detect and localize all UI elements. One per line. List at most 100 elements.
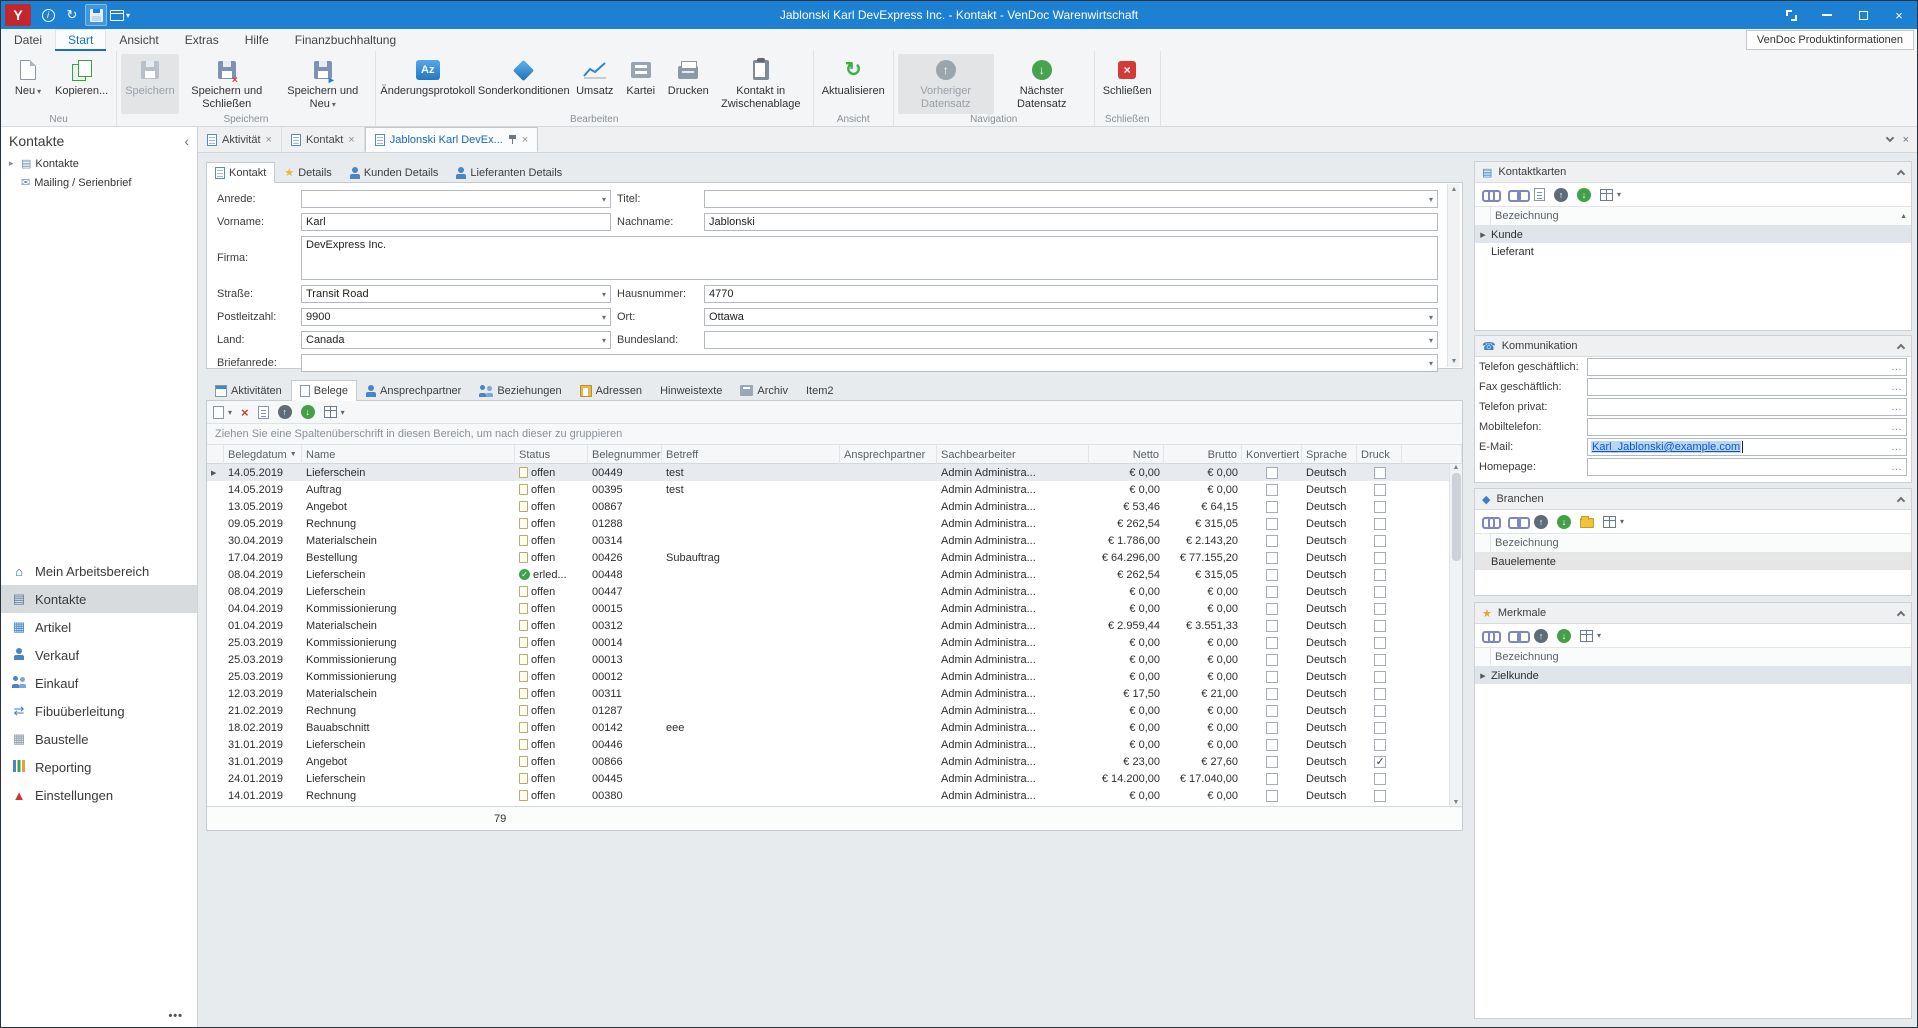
unlink-icon[interactable] <box>1508 189 1525 200</box>
konvertiert-checkbox[interactable] <box>1266 552 1278 564</box>
sidebar-item-einstellungen[interactable]: ▲ Einstellungen <box>1 781 197 809</box>
tab-aktivitaeten[interactable]: Aktivitäten <box>206 380 291 400</box>
grid-vertical-scrollbar[interactable]: ▲ ▼ <box>1449 464 1462 806</box>
grid-settings-button[interactable]: ▾ <box>324 406 345 418</box>
kopieren-button[interactable]: Kopieren... <box>51 54 112 114</box>
link-icon[interactable] <box>1482 189 1499 200</box>
mobiltelefon-input[interactable]: … <box>1587 418 1907 436</box>
column-header-belegdatum[interactable]: Belegdatum▼ <box>224 445 302 464</box>
druck-checkbox[interactable] <box>1374 620 1386 632</box>
close-window-button[interactable]: × <box>1881 1 1917 29</box>
druck-checkbox[interactable] <box>1374 671 1386 683</box>
bundesland-combobox[interactable]: ▾ <box>704 331 1438 349</box>
vorname-input[interactable]: Karl <box>301 213 611 231</box>
titel-combobox[interactable]: ▾ <box>704 190 1438 208</box>
close-tab-icon[interactable]: × <box>348 134 354 146</box>
close-document-icon[interactable]: × <box>1903 134 1909 146</box>
table-row[interactable]: 14.05.2019 Auftrag offen 00395 test Admi… <box>207 481 1449 498</box>
tab-hinweistexte[interactable]: Hinweistexte <box>651 380 731 400</box>
tree-item-mailing[interactable]: ✉ Mailing / Serienbrief <box>1 173 197 192</box>
tab-lieferanten-details[interactable]: Lieferanten Details <box>447 162 571 182</box>
table-row[interactable]: 31.01.2019 Angebot offen 00866 Admin Adm… <box>207 753 1449 770</box>
tab-details[interactable]: ★ Details <box>275 162 341 182</box>
column-header-name[interactable]: Name <box>302 445 515 464</box>
tab-belege[interactable]: Belege <box>291 380 357 401</box>
group-by-panel[interactable]: Ziehen Sie eine Spaltenüberschrift in di… <box>207 424 1462 445</box>
column-header-betreff[interactable]: Betreff <box>662 445 840 464</box>
druck-checkbox[interactable] <box>1374 535 1386 547</box>
sidebar-item-einkauf[interactable]: Einkauf <box>1 669 197 697</box>
umsatz-button[interactable]: Umsatz <box>572 54 618 114</box>
konvertiert-checkbox[interactable] <box>1266 790 1278 802</box>
branchen-column-header[interactable]: Bezeichnung <box>1475 534 1911 553</box>
ribbon-tab-extras[interactable]: Extras <box>172 29 232 51</box>
table-row[interactable]: 14.01.2019 Rechnung offen 00380 Admin Ad… <box>207 787 1449 804</box>
neu-button[interactable]: Neu▾ <box>5 54 51 114</box>
druck-checkbox[interactable] <box>1374 552 1386 564</box>
kartei-button[interactable]: Kartei <box>618 54 664 114</box>
speichern-und-neu-button[interactable]: ▸ Speichern und Neu▾ <box>275 54 371 114</box>
aktualisieren-button[interactable]: ↻ Aktualisieren <box>818 54 889 114</box>
link-icon[interactable] <box>1482 630 1499 641</box>
table-row[interactable]: 14.05.2019 Lieferschein offen 00449 test… <box>207 464 1449 481</box>
scroll-up-icon[interactable]: ▲ <box>1453 464 1460 471</box>
kontaktkarten-header[interactable]: ▤ Kontaktkarten <box>1475 162 1911 183</box>
tab-kunden-details[interactable]: Kunden Details <box>341 162 448 182</box>
circle-up-icon[interactable]: ↑ <box>1534 629 1548 643</box>
delete-beleg-button[interactable]: × <box>241 405 249 420</box>
table-row[interactable]: 31.01.2019 Lieferschein offen 00446 Admi… <box>207 736 1449 753</box>
speichern-button[interactable]: Speichern <box>121 54 179 114</box>
tab-ansprechpartner[interactable]: Ansprechpartner <box>357 380 470 400</box>
kontaktkarten-column-header[interactable]: Bezeichnung ▲ <box>1475 207 1911 226</box>
kontakt-in-zwischenablage-button[interactable]: Kontakt in Zwischenablage <box>713 54 809 114</box>
vorheriger-datensatz-button[interactable]: ↑ Vorheriger Datensatz <box>898 54 994 114</box>
column-header-belegnummer[interactable]: Belegnummer <box>588 445 662 464</box>
scroll-up-icon[interactable]: ▲ <box>1451 186 1458 193</box>
konvertiert-checkbox[interactable] <box>1266 518 1278 530</box>
druck-checkbox[interactable] <box>1374 484 1386 496</box>
sidebar-item-fibuueberleitung[interactable]: ⇄ Fibuüberleitung <box>1 697 197 725</box>
window-layout-button[interactable]: ▾ <box>109 4 131 26</box>
table-row[interactable]: 13.05.2019 Angebot offen 00867 Admin Adm… <box>207 498 1449 515</box>
table-row[interactable]: 18.02.2019 Bauabschnitt offen 00142 eee … <box>207 719 1449 736</box>
nachname-input[interactable]: Jablonski <box>704 213 1438 231</box>
unlink-icon[interactable] <box>1508 516 1525 527</box>
column-header-sachbearbeiter[interactable]: Sachbearbeiter <box>937 445 1089 464</box>
tab-adressen[interactable]: Adressen <box>571 380 651 400</box>
druck-checkbox[interactable] <box>1374 790 1386 802</box>
grid-settings-button[interactable]: ▾ <box>1580 630 1601 642</box>
konvertiert-checkbox[interactable] <box>1266 586 1278 598</box>
table-row[interactable]: 24.01.2019 Lieferschein offen 00445 Admi… <box>207 770 1449 787</box>
column-header-sprache[interactable]: Sprache <box>1302 445 1357 464</box>
druck-checkbox[interactable] <box>1374 688 1386 700</box>
column-header-status[interactable]: Status <box>515 445 588 464</box>
ribbon-tab-ansicht[interactable]: Ansicht <box>106 29 171 51</box>
druck-checkbox[interactable] <box>1374 773 1386 785</box>
druck-checkbox[interactable] <box>1374 518 1386 530</box>
fax-geschaeftlich-input[interactable]: … <box>1587 378 1907 396</box>
table-row[interactable]: 30.04.2019 Materialschein offen 00314 Ad… <box>207 532 1449 549</box>
sidebar-item-verkauf[interactable]: Verkauf <box>1 641 197 669</box>
table-row[interactable]: 25.03.2019 Kommissionierung offen 00013 … <box>207 651 1449 668</box>
scroll-down-icon[interactable]: ▼ <box>1451 358 1458 365</box>
link-icon[interactable] <box>1482 516 1499 527</box>
ellipsis-button[interactable]: … <box>1891 441 1903 453</box>
email-value[interactable]: Karl_Jablonski@example.com <box>1591 441 1741 453</box>
konvertiert-checkbox[interactable] <box>1266 739 1278 751</box>
konvertiert-checkbox[interactable] <box>1266 484 1278 496</box>
column-header-konvertiert[interactable]: Konvertiert <box>1242 445 1302 464</box>
folder-icon[interactable] <box>1580 518 1594 528</box>
ellipsis-button[interactable]: … <box>1891 381 1903 393</box>
land-combobox[interactable]: Canada▾ <box>301 331 611 349</box>
konvertiert-checkbox[interactable] <box>1266 637 1278 649</box>
refresh-button[interactable]: ↻ <box>61 4 83 26</box>
circle-down-icon[interactable]: ↓ <box>1577 188 1591 202</box>
druck-checkbox[interactable] <box>1374 705 1386 717</box>
list-item-kunde[interactable]: ▶ Kunde <box>1475 226 1911 243</box>
expander-icon[interactable]: ▸ <box>9 158 17 169</box>
telefon-privat-input[interactable]: … <box>1587 398 1907 416</box>
column-header-druck[interactable]: Druck <box>1357 445 1402 464</box>
table-row[interactable]: 25.03.2019 Kommissionierung offen 00014 … <box>207 634 1449 651</box>
druck-checkbox[interactable] <box>1374 637 1386 649</box>
tab-kontakt[interactable]: Kontakt <box>206 162 275 183</box>
